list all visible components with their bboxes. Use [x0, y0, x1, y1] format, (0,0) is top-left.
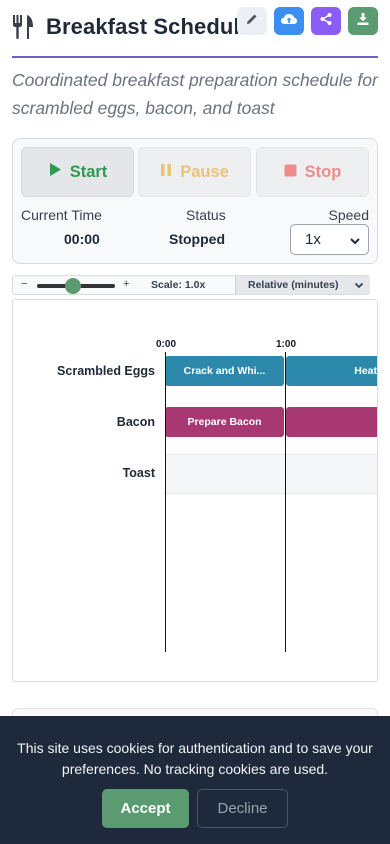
play-icon [48, 162, 70, 182]
scale-bar: − + Scale: 1.0x Relative (minutes) [12, 275, 370, 295]
speed-select[interactable]: 1x [290, 224, 369, 255]
zoom-in-button[interactable]: + [123, 278, 129, 290]
gridline [285, 352, 286, 652]
share-button[interactable] [311, 7, 341, 35]
current-time-value: 00:00 [64, 231, 100, 247]
cloud-save-button[interactable] [274, 7, 304, 35]
accept-cookies-button[interactable]: Accept [102, 789, 189, 828]
row-track-toast [165, 454, 377, 494]
pause-icon [160, 163, 180, 182]
toolbar [237, 7, 378, 35]
title-divider [12, 56, 378, 58]
share-icon [319, 12, 333, 31]
stop-label: Stop [304, 162, 342, 181]
download-icon [356, 12, 370, 31]
row-label-toast: Toast [122, 466, 155, 480]
download-button[interactable] [348, 7, 378, 35]
fork-knife-icon [12, 14, 34, 40]
pause-button[interactable]: Pause [138, 147, 251, 197]
chevron-down-icon [354, 281, 364, 293]
task-bar[interactable]: Crack and Whi... [165, 356, 284, 386]
row-track-scrambled-eggs: Crack and Whi... Heat [165, 352, 377, 392]
speed-value: 1x [305, 231, 321, 248]
cookie-banner: This site uses cookies for authenticatio… [0, 716, 390, 844]
app-header: Breakfast Schedule [0, 0, 390, 58]
chevron-down-icon [349, 234, 361, 251]
row-label-scrambled-eggs: Scrambled Eggs [57, 364, 155, 378]
cookie-message: This site uses cookies for authenticatio… [17, 740, 373, 777]
row-label-bacon: Bacon [116, 415, 155, 429]
task-bar[interactable]: Heat [286, 356, 377, 386]
status-value: Stopped [169, 231, 225, 247]
current-time-label: Current Time [21, 207, 102, 223]
timeline-chart: 0:00 1:00 Scrambled Eggs Crack and Whi..… [12, 299, 378, 682]
status-label: Status [186, 207, 226, 223]
start-button[interactable]: Start [21, 147, 134, 197]
task-bar[interactable] [286, 407, 377, 437]
start-label: Start [69, 162, 108, 181]
page-title: Breakfast Schedule [46, 14, 252, 39]
playback-controls: Start Pause Stop Current Time 00:00 Stat… [12, 138, 378, 264]
time-mode-select[interactable]: Relative (minutes) [235, 276, 370, 294]
pencil-icon [245, 12, 259, 31]
row-track-bacon: Prepare Bacon [165, 403, 377, 443]
gridline [165, 352, 166, 652]
task-label: Prepare Bacon [187, 416, 262, 428]
cloud-upload-icon [280, 12, 298, 31]
zoom-slider-handle[interactable] [65, 278, 81, 294]
tick-label: 1:00 [276, 339, 297, 350]
task-bar[interactable]: Prepare Bacon [165, 407, 284, 437]
time-mode-value: Relative (minutes) [248, 279, 339, 291]
page-subtitle: Coordinated breakfast preparation schedu… [12, 70, 378, 118]
tick-label: 0:00 [156, 339, 177, 350]
stop-button[interactable]: Stop [256, 147, 369, 197]
speed-label: Speed [328, 207, 369, 223]
edit-button[interactable] [237, 7, 267, 35]
task-label: Heat [354, 365, 377, 377]
task-label: Crack and Whi... [183, 365, 266, 377]
decline-cookies-button[interactable]: Decline [197, 789, 288, 828]
scale-readout: Scale: 1.0x [151, 279, 206, 291]
zoom-out-button[interactable]: − [21, 278, 27, 290]
stop-icon [284, 163, 305, 182]
pause-label: Pause [180, 162, 229, 181]
